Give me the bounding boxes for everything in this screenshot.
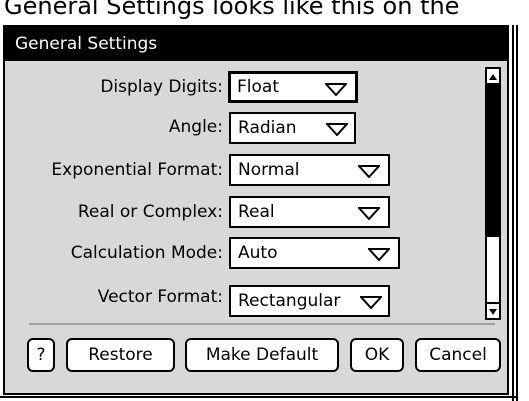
exponential-format-select[interactable]: Normal xyxy=(229,154,390,186)
chevron-down-icon xyxy=(325,83,347,96)
calculation-mode-select[interactable]: Auto xyxy=(229,237,400,269)
row-display-digits: Display Digits: xyxy=(5,69,223,105)
real-or-complex-label: Real or Complex: xyxy=(77,202,223,222)
row-angle: Angle: xyxy=(5,109,223,145)
scroll-down-button[interactable] xyxy=(487,302,499,318)
angle-value: Radian xyxy=(238,118,297,138)
calculation-mode-value: Auto xyxy=(238,243,278,263)
row-real-or-complex: Real or Complex: xyxy=(5,194,223,230)
general-settings-dialog: General Settings Display Digits: Float A… xyxy=(3,25,509,395)
restore-button[interactable]: Restore xyxy=(66,338,175,372)
display-digits-value: Float xyxy=(237,77,279,97)
row-calculation-mode: Calculation Mode: xyxy=(5,235,223,271)
vector-format-select[interactable]: Rectangular xyxy=(229,285,390,317)
vector-format-clip: Rectangular xyxy=(229,285,399,317)
triangle-up-icon xyxy=(489,74,497,80)
angle-select[interactable]: Radian xyxy=(229,112,356,144)
settings-scrollbar[interactable] xyxy=(485,67,501,320)
real-or-complex-value: Real xyxy=(238,202,275,222)
exponential-format-value: Normal xyxy=(238,160,300,180)
dialog-title: General Settings xyxy=(5,27,507,61)
scroll-thumb[interactable] xyxy=(487,85,499,237)
chevron-down-icon xyxy=(358,165,380,178)
vector-format-value: Rectangular xyxy=(238,291,341,311)
make-default-button[interactable]: Make Default xyxy=(185,338,339,372)
cancel-button[interactable]: Cancel xyxy=(415,338,501,372)
vector-format-label: Vector Format: xyxy=(97,287,223,307)
chevron-down-icon xyxy=(326,123,348,136)
real-or-complex-select[interactable]: Real xyxy=(229,196,390,228)
scroll-up-button[interactable] xyxy=(487,69,499,85)
exponential-format-label: Exponential Format: xyxy=(51,160,223,180)
chevron-down-icon xyxy=(360,296,382,309)
calculation-mode-label: Calculation Mode: xyxy=(70,243,223,263)
display-digits-select[interactable]: Float xyxy=(228,71,358,103)
page-caption: General Settings looks like this on the xyxy=(4,0,460,19)
triangle-down-icon xyxy=(489,309,497,315)
outer-frame-right xyxy=(512,25,518,401)
row-vector-format: Vector Format: xyxy=(5,279,223,315)
angle-label: Angle: xyxy=(168,117,223,137)
chevron-down-icon xyxy=(368,248,390,261)
ok-button[interactable]: OK xyxy=(350,338,404,372)
display-digits-label: Display Digits: xyxy=(100,77,223,97)
outer-frame-bottom xyxy=(0,396,518,398)
row-exponential-format: Exponential Format: xyxy=(5,152,223,188)
divider xyxy=(29,323,495,325)
chevron-down-icon xyxy=(358,207,380,220)
help-button[interactable]: ? xyxy=(27,338,55,372)
